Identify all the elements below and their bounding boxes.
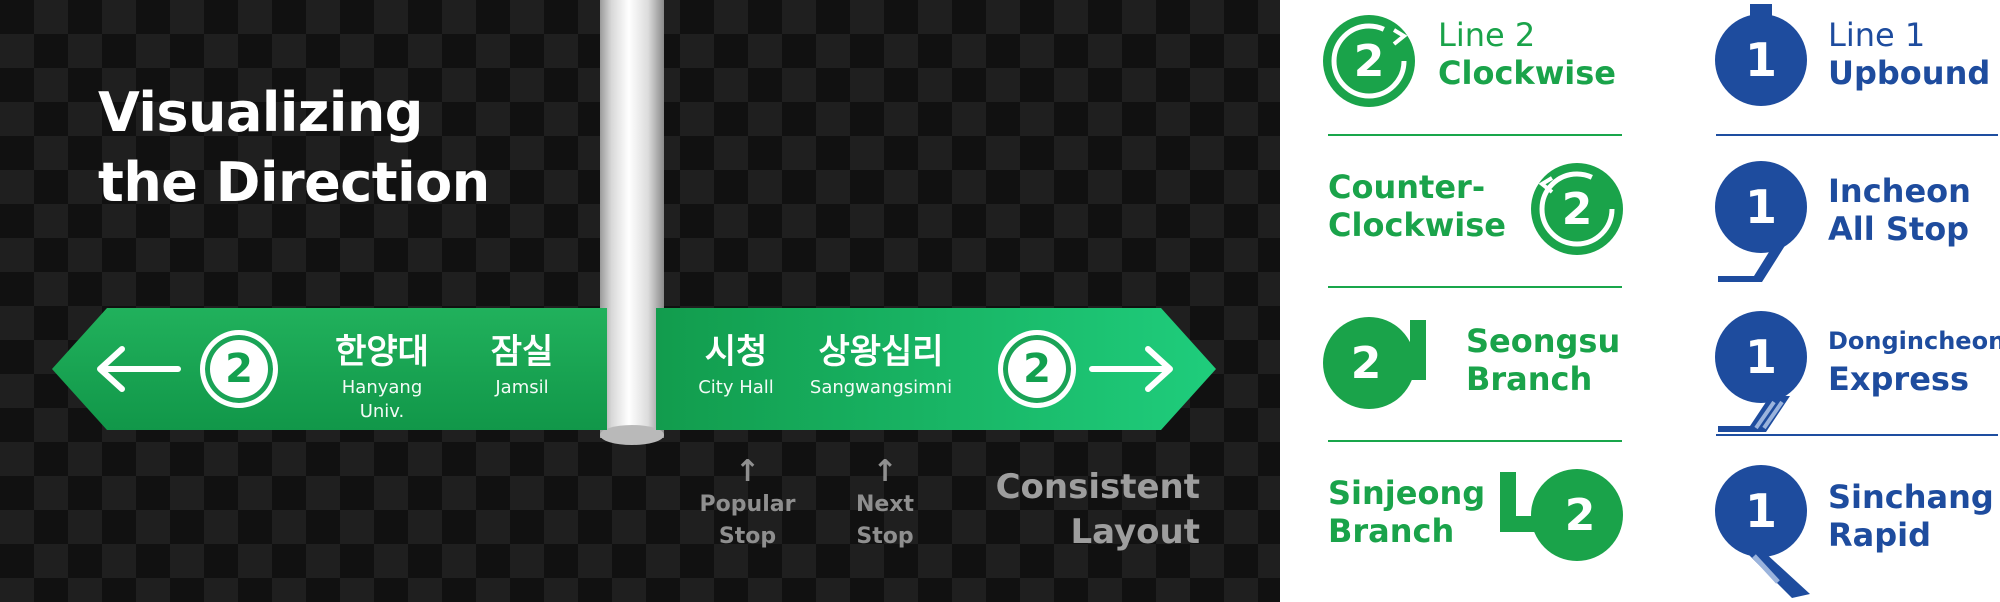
sign-eastbound: 시청 City Hall 상왕십리 Sangwangsimni 2: [656, 308, 1216, 430]
svg-text:2: 2: [1565, 490, 1596, 541]
line1-sinchang-rapid-label: Sinchang Rapid: [1828, 478, 1994, 554]
svg-text:2: 2: [1562, 184, 1593, 235]
line2-sinjeong-branch-label: Sinjeong Branch: [1328, 474, 1486, 550]
sign-pole-base: [600, 425, 664, 445]
line1-dongincheon-express-label: Dongincheon Express: [1828, 327, 2000, 398]
svg-text:1: 1: [1745, 330, 1777, 384]
divider: [1716, 134, 1998, 136]
station-jamsil: 잠실 Jamsil: [490, 332, 554, 398]
consistent-layout-label: Consistent Layout: [995, 467, 1200, 552]
next-stop-annotation: ↑ Next Stop: [830, 455, 940, 553]
line2-sinjeong-branch-icon: 2: [1500, 469, 1623, 561]
popular-stop-annotation: ↑ Popular Stop: [690, 455, 805, 553]
station-city-hall: 시청 City Hall: [698, 332, 774, 398]
line1-sinchang-rapid-icon: 1: [1715, 465, 1810, 598]
signage-scene: Visualizing the Direction 2 한양대 Hanyang …: [0, 0, 1280, 602]
sign-pole: [600, 0, 664, 438]
station-hanyang: 한양대 Hanyang Univ.: [335, 332, 429, 422]
heading-line1: Visualizing: [98, 81, 423, 144]
line2-clockwise-label: Line 2 Clockwise: [1438, 16, 1616, 92]
line1-upbound-icon: 1: [1715, 4, 1807, 106]
line2-counterclockwise-label: Counter- Clockwise: [1328, 168, 1506, 244]
line1-incheon-all-stop-label: Incheon All Stop: [1828, 172, 1971, 248]
line1-upbound-label: Line 1 Upbound: [1828, 16, 1991, 92]
line2-seongsu-branch-icon: 2: [1323, 317, 1426, 409]
heading-line2: the Direction: [98, 151, 490, 214]
arrow-left-icon: [97, 346, 181, 392]
divider: [1328, 440, 1622, 442]
arrow-right-icon: [1088, 344, 1176, 394]
svg-text:2: 2: [1354, 36, 1385, 87]
divider: [1716, 434, 1998, 436]
divider: [1328, 134, 1622, 136]
svg-text:1: 1: [1745, 33, 1777, 87]
line2-counterclockwise-icon: 2: [1531, 163, 1623, 255]
arrow-up-icon: ↑: [734, 454, 761, 489]
line-2-badge: 2: [200, 330, 278, 408]
line2-seongsu-branch-label: Seongsu Branch: [1466, 322, 1621, 398]
line2-clockwise-icon: 2: [1323, 15, 1415, 107]
sign-westbound: 2 한양대 Hanyang Univ. 잠실 Jamsil: [52, 308, 607, 430]
svg-text:1: 1: [1745, 180, 1777, 234]
line1-incheon-all-stop-icon: 1: [1715, 161, 1807, 282]
line1-dongincheon-express-icon: 1: [1715, 311, 1807, 432]
line-2-badge: 2: [998, 330, 1076, 408]
station-sangwangsimni: 상왕십리 Sangwangsimni: [809, 332, 953, 398]
svg-text:2: 2: [1351, 338, 1382, 389]
divider: [1328, 286, 1622, 288]
svg-text:1: 1: [1745, 484, 1777, 538]
arrow-up-icon: ↑: [872, 454, 898, 489]
